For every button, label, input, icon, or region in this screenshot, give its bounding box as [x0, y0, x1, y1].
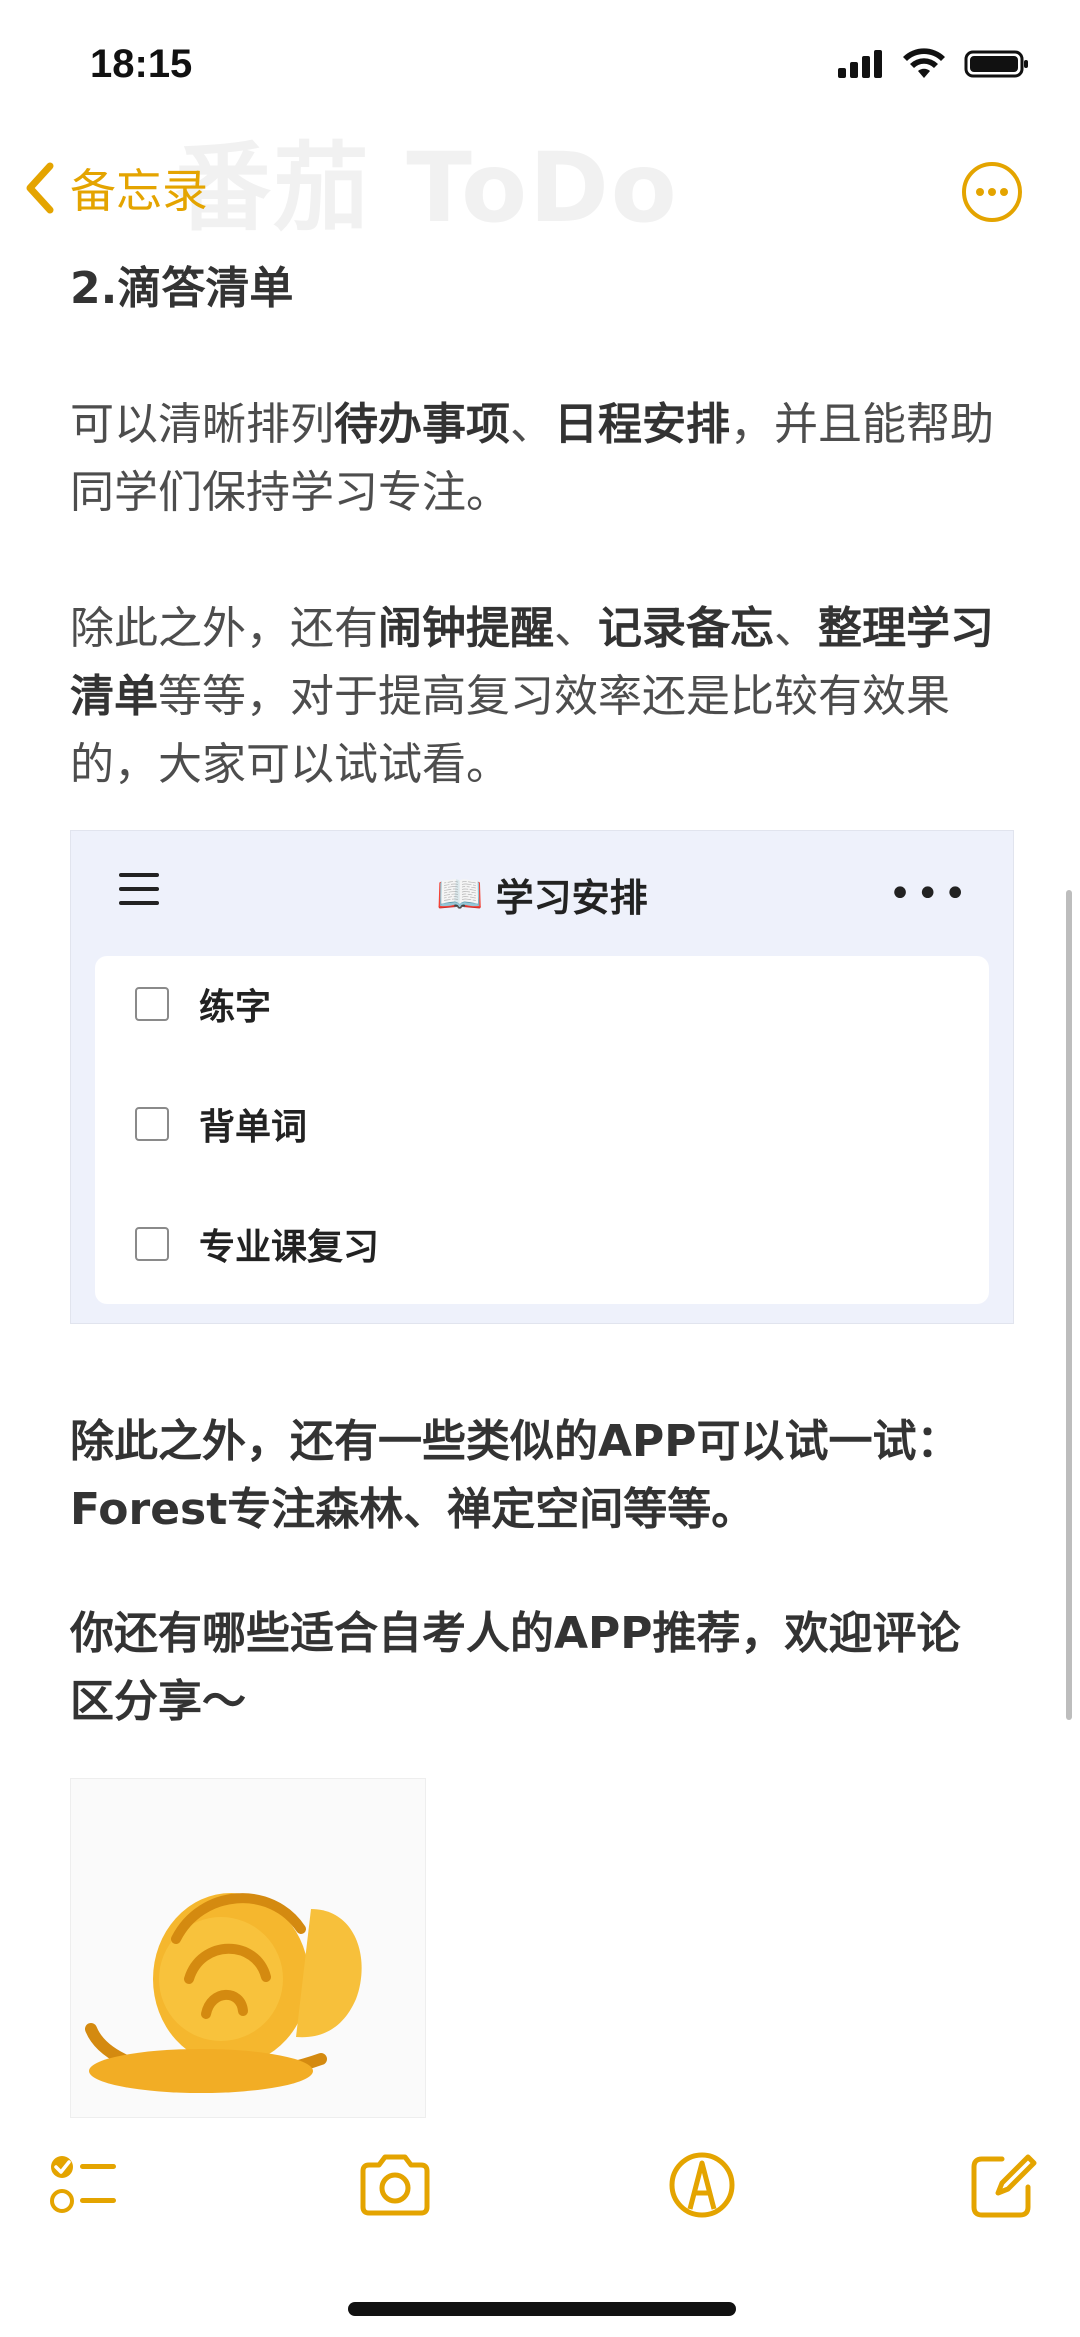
chevron-left-icon	[26, 162, 54, 214]
fist-emoji-icon	[85, 1893, 362, 2093]
bottom-toolbar	[0, 2120, 1080, 2280]
section-heading: 2.滴答清单	[70, 263, 294, 314]
more-options-icon[interactable]	[960, 160, 1024, 224]
image-attachment[interactable]	[70, 1778, 426, 2118]
back-label: 备忘录	[70, 164, 208, 218]
embed-more-icon: •••	[888, 871, 971, 917]
markup-icon[interactable]	[662, 2145, 742, 2225]
paragraph-3: 除此之外，还有一些类似的APP可以试一试：Forest专注森林、禅定空间等等。	[70, 1416, 961, 1535]
scrollbar[interactable]	[1066, 890, 1072, 1720]
task-item: 专业课复习	[135, 1218, 379, 1270]
status-time: 18:15	[90, 42, 193, 86]
status-icons	[836, 48, 1030, 80]
paragraph-1: 可以清晰排列待办事项、日程安排，并且能帮助同学们保持学习专注。	[70, 399, 994, 518]
checkbox	[135, 1107, 169, 1141]
checkbox	[135, 1227, 169, 1261]
wifi-icon	[903, 48, 945, 78]
note-body[interactable]: 2.滴答清单 可以清晰排列待办事项、日程安排，并且能帮助同学们保持学习专注。 除…	[70, 255, 1000, 799]
note-body-bottom[interactable]: 除此之外，还有一些类似的APP可以试一试：Forest专注森林、禅定空间等等。 …	[70, 1408, 1000, 1736]
checklist-icon[interactable]	[44, 2145, 124, 2225]
cellular-signal-icon	[838, 50, 882, 78]
embedded-todo-screenshot[interactable]: 📖 学习安排 ••• 练字 背单词 专业课复习	[70, 830, 1014, 1324]
battery-icon	[964, 50, 1028, 78]
task-item: 背单词	[135, 1098, 307, 1150]
task-list: 练字 背单词 专业课复习	[95, 956, 989, 1304]
task-label: 专业课复习	[199, 1227, 380, 1268]
task-label: 练字	[199, 987, 272, 1028]
paragraph-4: 你还有哪些适合自考人的APP推荐，欢迎评论区分享～	[70, 1608, 961, 1727]
paragraph-2: 除此之外，还有闹钟提醒、记录备忘、整理学习清单等等，对于提高复习效率还是比较有效…	[70, 603, 994, 790]
embed-header: 📖 学习安排 •••	[71, 831, 1013, 956]
embed-title: 📖 学习安排	[71, 867, 1013, 922]
ghost-title: 番茄 ToDo	[175, 132, 679, 244]
checkbox	[135, 987, 169, 1021]
book-icon: 📖	[436, 872, 484, 916]
camera-icon[interactable]	[355, 2145, 435, 2225]
task-label: 背单词	[199, 1107, 308, 1148]
embed-title-text: 学习安排	[495, 876, 648, 920]
home-indicator[interactable]	[348, 2302, 736, 2316]
task-item: 练字	[135, 978, 271, 1030]
compose-icon[interactable]	[962, 2145, 1042, 2225]
back-button[interactable]: 备忘录	[22, 155, 208, 221]
